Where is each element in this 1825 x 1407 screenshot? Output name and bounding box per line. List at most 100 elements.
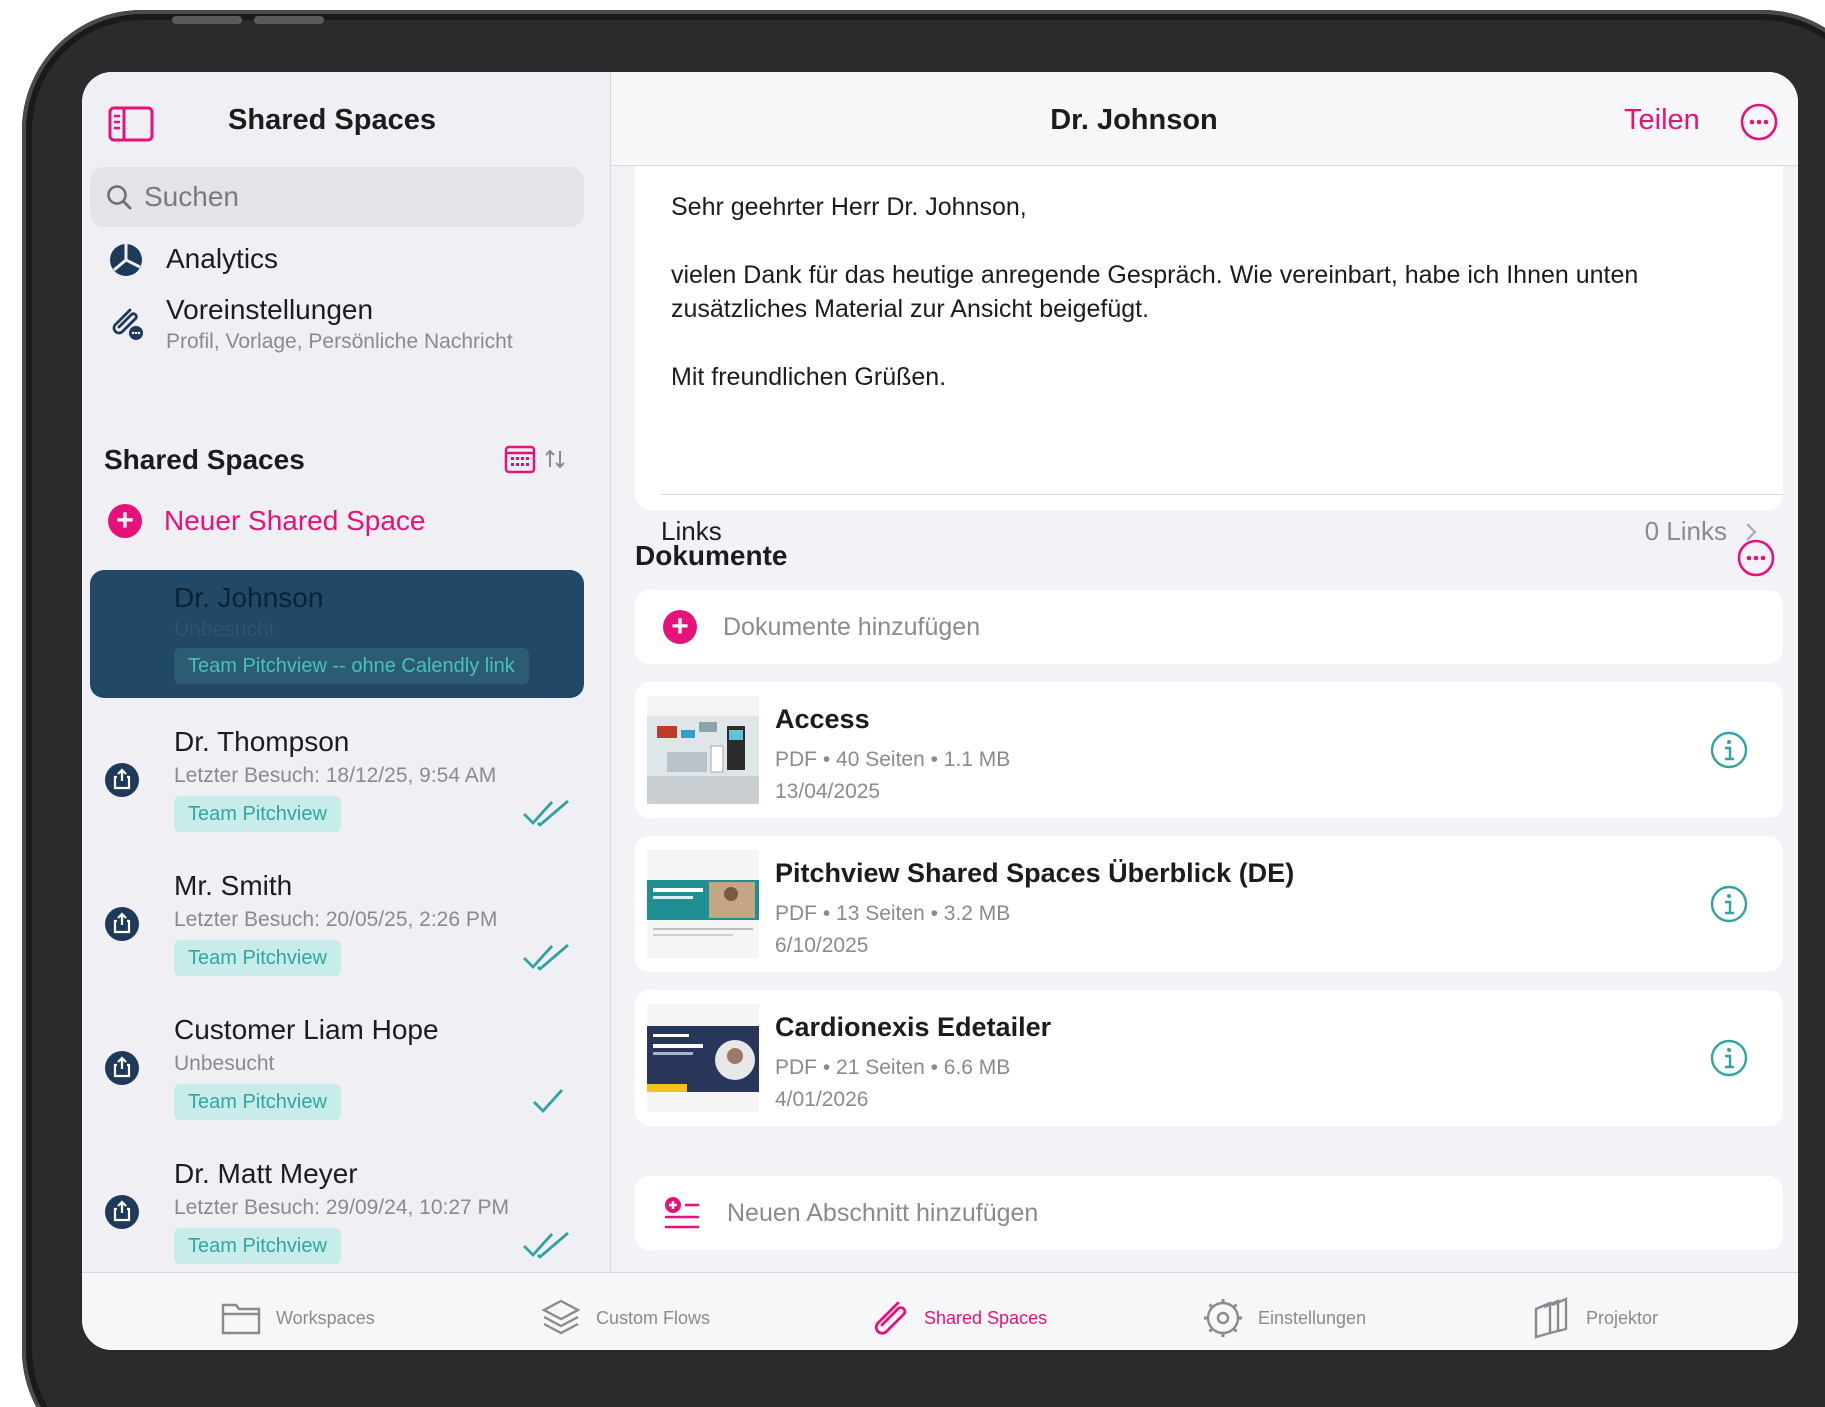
document-card[interactable]: Cardionexis Edetailer PDF • 21 Seiten • … — [635, 990, 1783, 1126]
sort-control[interactable] — [504, 444, 566, 474]
space-meta: Letzter Besuch: 29/09/24, 10:27 PM — [174, 1196, 510, 1219]
tab-label: Projektor — [1586, 1307, 1659, 1328]
pie-chart-icon — [110, 244, 142, 276]
sidebar-title: Shared Spaces — [228, 104, 436, 136]
nav-analytics[interactable]: Analytics — [106, 240, 278, 280]
space-meta: Unbesucht — [174, 1052, 275, 1075]
nav-presets-label: Voreinstellungen — [166, 294, 374, 325]
nav-presets-subtitle: Profil, Vorlage, Persönliche Nachricht — [166, 330, 513, 353]
nav-presets[interactable]: Voreinstellungen Profil, Vorlage, Persön… — [106, 294, 513, 354]
more-options-icon[interactable] — [1739, 102, 1779, 142]
tab-label: Custom Flows — [596, 1307, 711, 1328]
document-thumbnail — [647, 696, 759, 804]
document-card[interactable]: Pitchview Shared Spaces Überblick (DE) P… — [635, 836, 1783, 972]
sort-arrows-icon — [545, 449, 565, 469]
documents-section-title: Dokumente — [635, 540, 788, 571]
message-card[interactable]: Sehr geehrter Herr Dr. Johnson, vielen D… — [635, 166, 1783, 546]
shared-space-item[interactable]: Mr. Smith Letzter Besuch: 20/05/25, 2:26… — [90, 856, 584, 1000]
detail-pane: Dr. Johnson Teilen Sehr geehrter Herr Dr… — [611, 72, 1798, 1272]
tab-shared-spaces[interactable]: Shared Spaces — [868, 1297, 1047, 1339]
volume-button — [254, 16, 324, 24]
share-icon — [105, 1051, 139, 1085]
message-body: vielen Dank für das heutige anregende Ge… — [671, 261, 1639, 323]
search-icon — [107, 185, 132, 210]
document-meta: PDF • 40 Seiten • 1.1 MB — [775, 748, 1011, 771]
shared-space-item[interactable]: Dr. Matt Meyer Letzter Besuch: 29/09/24,… — [90, 1144, 584, 1288]
volume-button — [172, 16, 242, 24]
space-name: Customer Liam Hope — [174, 1014, 439, 1045]
document-date: 13/04/2025 — [775, 780, 881, 803]
space-tag: Team Pitchview — [174, 796, 341, 832]
document-date: 4/01/2026 — [775, 1088, 869, 1111]
new-shared-space-label: Neuer Shared Space — [164, 505, 426, 536]
share-button[interactable]: Teilen — [1624, 104, 1700, 137]
documents-more-icon[interactable] — [1736, 538, 1776, 578]
screen: Shared Spaces Analytics — [82, 72, 1798, 1350]
add-section-button[interactable]: Neuen Abschnitt hinzufügen — [635, 1176, 1783, 1250]
tab-workspaces[interactable]: Workspaces — [220, 1297, 375, 1339]
links-row[interactable]: Links 0 Links — [661, 516, 1757, 547]
links-count: 0 Links — [1644, 516, 1727, 546]
shared-space-item[interactable]: Dr. Thompson Letzter Besuch: 18/12/25, 9… — [90, 712, 584, 856]
add-section-icon — [665, 1197, 699, 1229]
add-documents-button[interactable]: + Dokumente hinzufügen — [635, 590, 1783, 664]
document-name: Cardionexis Edetailer — [775, 1012, 1052, 1042]
space-tag: Team Pitchview -- ohne Calendly link — [174, 648, 529, 684]
plus-circle-icon: + — [663, 610, 697, 644]
add-documents-label: Dokumente hinzufügen — [723, 612, 981, 641]
document-thumbnail — [647, 850, 759, 958]
sidebar: Shared Spaces Analytics — [82, 72, 611, 1272]
tab-projector[interactable]: Projektor — [1530, 1297, 1658, 1339]
calendar-icon — [504, 445, 536, 474]
document-name: Access — [775, 704, 870, 734]
space-meta: Letzter Besuch: 18/12/25, 9:54 AM — [174, 764, 497, 787]
document-name: Pitchview Shared Spaces Überblick (DE) — [775, 858, 1295, 888]
search-bar[interactable] — [90, 167, 584, 227]
new-shared-space-button[interactable]: + Neuer Shared Space — [108, 504, 426, 538]
shared-space-item[interactable]: Customer Liam Hope Unbesucht Team Pitchv… — [90, 1000, 584, 1144]
projector-icon — [1534, 1297, 1568, 1339]
double-check-icon — [523, 799, 569, 827]
document-card[interactable]: Access PDF • 40 Seiten • 1.1 MB 13/04/20… — [635, 682, 1783, 818]
share-icon — [105, 907, 139, 941]
check-icon — [533, 1089, 564, 1114]
tab-custom-flows[interactable]: Custom Flows — [540, 1297, 710, 1339]
double-check-icon — [523, 943, 569, 971]
info-icon[interactable] — [1709, 1038, 1749, 1078]
nav-analytics-label: Analytics — [166, 243, 279, 274]
share-icon — [105, 1195, 139, 1229]
space-tag: Team Pitchview — [174, 1084, 341, 1120]
detail-header: Dr. Johnson Teilen — [611, 72, 1798, 166]
share-icon — [105, 763, 139, 797]
shared-space-item-selected[interactable]: Dr. Johnson Unbesucht Team Pitchview -- … — [90, 570, 584, 698]
shared-spaces-section-title: Shared Spaces — [104, 444, 305, 475]
paperclip-icon — [874, 1301, 907, 1335]
space-meta: Letzter Besuch: 20/05/25, 2:26 PM — [174, 908, 498, 931]
folder-icon — [221, 1303, 261, 1335]
double-check-icon — [523, 1231, 569, 1259]
divider — [661, 494, 1783, 495]
add-section-label: Neuen Abschnitt hinzufügen — [727, 1198, 1039, 1227]
space-tag: Team Pitchview — [174, 940, 341, 976]
personal-message: Sehr geehrter Herr Dr. Johnson, vielen D… — [671, 190, 1751, 428]
tab-settings[interactable]: Einstellungen — [1202, 1297, 1366, 1339]
tab-label: Einstellungen — [1258, 1307, 1367, 1328]
gear-icon — [1204, 1299, 1242, 1337]
space-name: Dr. Matt Meyer — [174, 1158, 358, 1189]
message-greeting: Sehr geehrter Herr Dr. Johnson, — [671, 193, 1027, 221]
info-icon[interactable] — [1709, 730, 1749, 770]
shared-space-list: Dr. Johnson Unbesucht Team Pitchview -- … — [90, 570, 584, 1288]
layers-icon — [541, 1299, 581, 1335]
message-closing: Mit freundlichen Grüßen. — [671, 363, 947, 391]
space-meta: Unbesucht — [174, 618, 275, 641]
search-input[interactable] — [144, 181, 544, 213]
document-meta: PDF • 13 Seiten • 3.2 MB — [775, 902, 1011, 925]
space-name: Mr. Smith — [174, 870, 293, 901]
document-meta: PDF • 21 Seiten • 6.6 MB — [775, 1056, 1011, 1079]
tab-label: Shared Spaces — [924, 1307, 1048, 1328]
space-name: Dr. Thompson — [174, 726, 350, 757]
tab-label: Workspaces — [276, 1307, 375, 1328]
info-icon[interactable] — [1709, 884, 1749, 924]
document-thumbnail — [647, 1004, 759, 1112]
detail-title: Dr. Johnson — [1050, 104, 1218, 136]
